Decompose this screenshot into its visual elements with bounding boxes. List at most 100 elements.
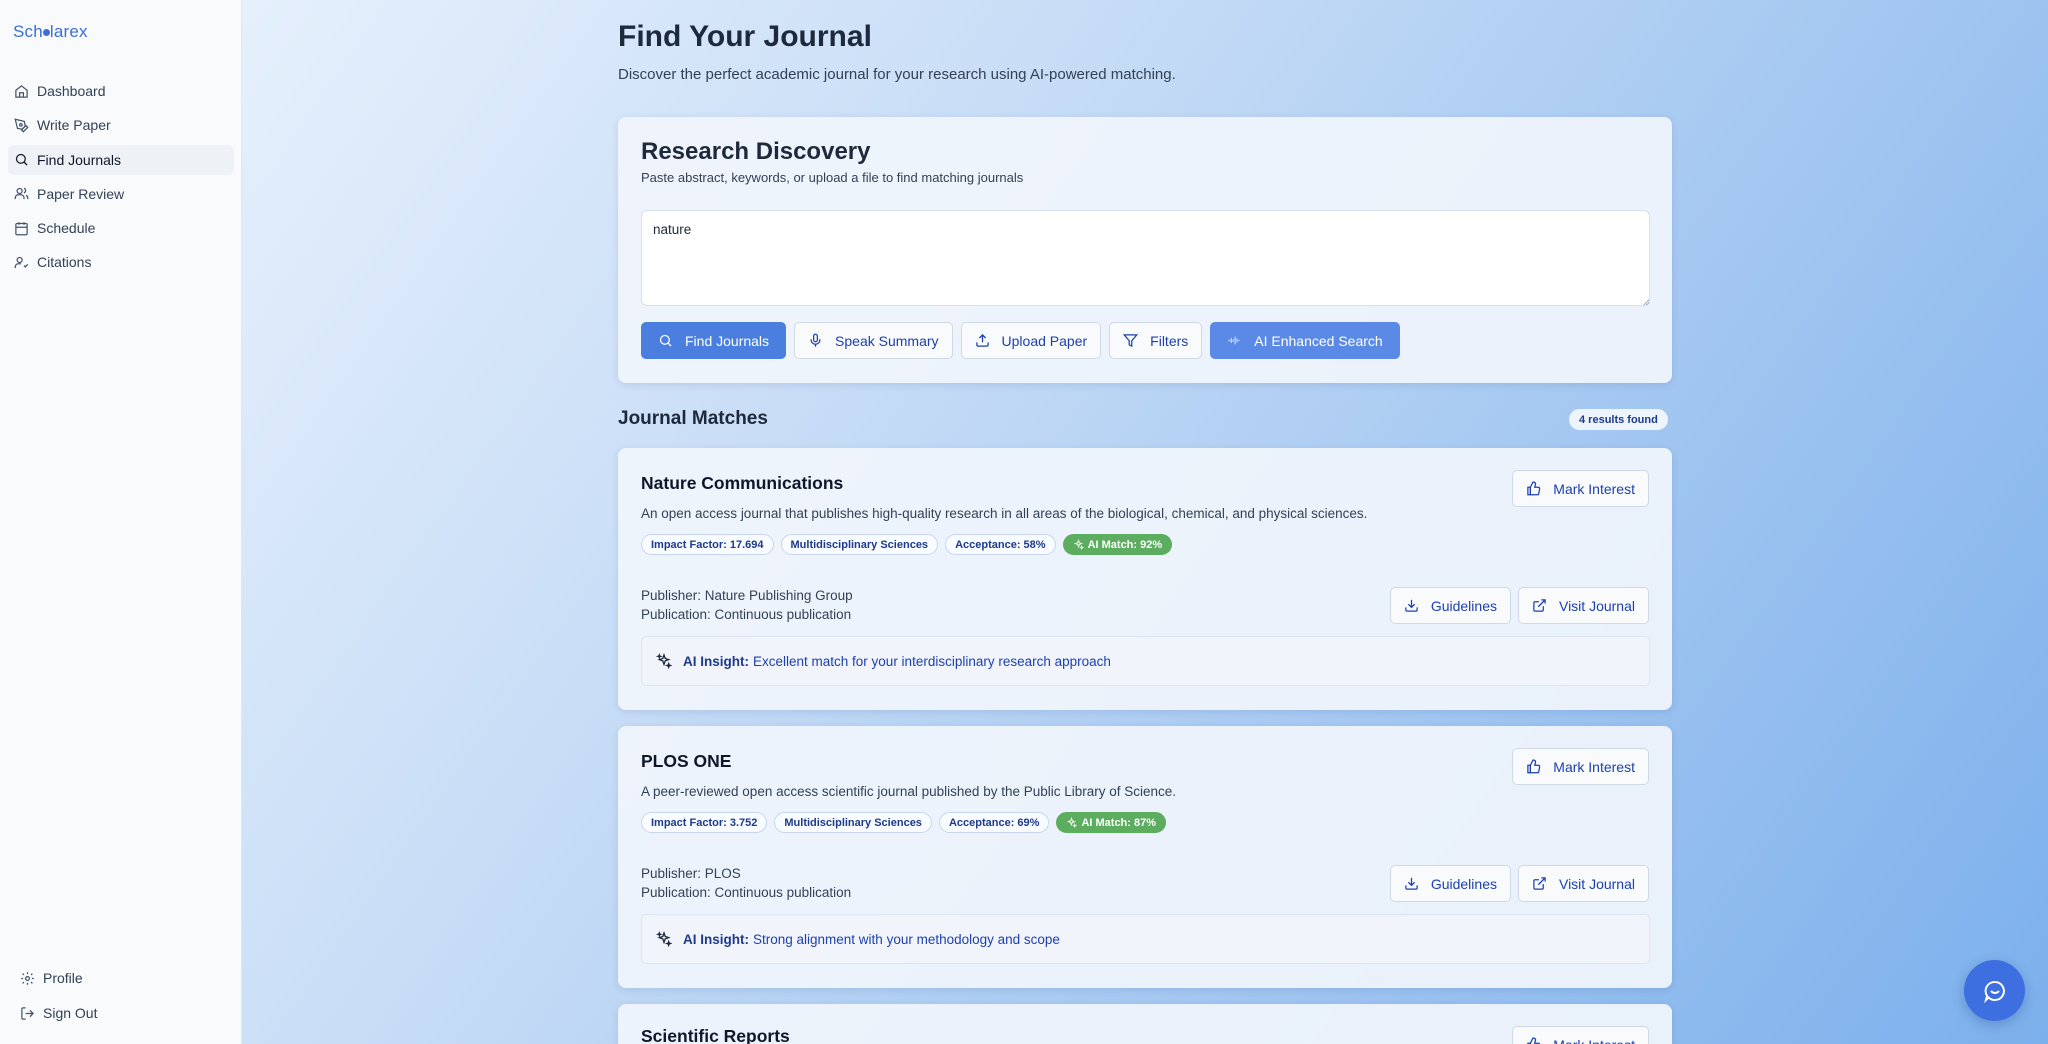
visit-journal-button[interactable]: Visit Journal <box>1517 587 1649 624</box>
find-journals-button[interactable]: Find Journals <box>641 322 787 359</box>
search-icon <box>659 334 672 347</box>
sidebar-item-label: Schedule <box>37 220 96 237</box>
guidelines-button[interactable]: Guidelines <box>1389 587 1511 624</box>
impact-factor-tag: Impact Factor: 3.752 <box>641 812 768 833</box>
button-label: AI Enhanced Search <box>1254 332 1383 349</box>
ai-match-label: AI Match: 87% <box>1081 816 1157 829</box>
thumbs-up-icon <box>1527 1037 1541 1044</box>
speak-summary-button[interactable]: Speak Summary <box>794 322 953 359</box>
ai-insight-text: Excellent match for your interdisciplina… <box>753 653 1111 669</box>
sidebar: Sch larex Dashboard Write Paper Find Jour… <box>0 0 242 1044</box>
sidebar-item-paper-review[interactable]: Paper Review <box>8 179 234 209</box>
upload-icon <box>975 333 989 347</box>
logout-icon <box>21 1006 35 1020</box>
filter-icon <box>1123 334 1139 348</box>
button-label: Upload Paper <box>1001 332 1088 349</box>
search-icon <box>15 153 28 166</box>
journal-tags: Impact Factor: 17.694 Multidisciplinary … <box>641 534 1173 555</box>
sidebar-item-schedule[interactable]: Schedule <box>8 213 234 243</box>
visit-journal-button[interactable]: Visit Journal <box>1517 865 1649 902</box>
sidebar-item-find-journals[interactable]: Find Journals <box>8 144 234 175</box>
mark-interest-button[interactable]: Mark Interest <box>1512 1026 1649 1044</box>
ai-insight-box: AI Insight: Strong alignment with your m… <box>641 914 1650 964</box>
external-link-icon <box>1533 599 1546 612</box>
journal-tags: Impact Factor: 3.752 Multidisciplinary S… <box>641 812 1167 833</box>
main-content: Find Your Journal Discover the perfect a… <box>242 0 2048 1044</box>
sidebar-item-sign-out[interactable]: Sign Out <box>14 998 234 1028</box>
button-label: Find Journals <box>685 332 770 349</box>
upload-paper-button[interactable]: Upload Paper <box>960 322 1102 359</box>
publisher-text: Publisher: PLOS <box>641 866 741 881</box>
search-input[interactable]: nature <box>641 210 1650 306</box>
sidebar-bottom-nav: Profile Sign Out <box>14 963 234 1033</box>
ai-match-tag: AI Match: 87% <box>1056 812 1167 833</box>
acceptance-tag: Acceptance: 69% <box>938 812 1050 833</box>
user-check-icon <box>14 256 29 269</box>
home-icon <box>15 84 28 98</box>
sidebar-item-profile[interactable]: Profile <box>14 963 234 993</box>
ai-wave-icon <box>1228 336 1240 345</box>
journal-name: Nature Communications <box>641 473 844 493</box>
ai-insight-text: Strong alignment with your methodology a… <box>753 931 1060 947</box>
sidebar-item-citations[interactable]: Citations <box>8 247 234 277</box>
sidebar-item-write-paper[interactable]: Write Paper <box>8 110 234 140</box>
pen-icon <box>14 118 29 133</box>
chat-assistant-button[interactable] <box>1964 960 2025 1021</box>
sparkles-icon <box>656 653 672 669</box>
mark-interest-button[interactable]: Mark Interest <box>1512 470 1649 507</box>
research-discovery-card: Research Discovery Paste abstract, keywo… <box>618 117 1672 383</box>
sidebar-item-label: Citations <box>37 254 92 271</box>
journal-meta: Publisher: PLOS Publication: Continuous … <box>641 864 851 902</box>
button-label: Guidelines <box>1430 875 1497 892</box>
acceptance-tag: Acceptance: 58% <box>945 534 1056 555</box>
ai-enhanced-search-button[interactable]: AI Enhanced Search <box>1210 322 1400 359</box>
guidelines-button[interactable]: Guidelines <box>1389 865 1511 902</box>
discovery-title: Research Discovery <box>641 138 871 165</box>
button-label: Mark Interest <box>1553 758 1635 775</box>
button-label: Mark Interest <box>1553 1037 1635 1044</box>
ai-match-tag: AI Match: 92% <box>1062 534 1173 555</box>
page-title: Find Your Journal <box>618 20 872 53</box>
journal-actions: Guidelines Visit Journal <box>1389 587 1649 624</box>
publication-text: Publication: Continuous publication <box>641 607 852 622</box>
sidebar-item-dashboard[interactable]: Dashboard <box>8 76 234 106</box>
download-icon <box>1405 599 1418 612</box>
mark-interest-button[interactable]: Mark Interest <box>1512 748 1649 785</box>
field-tag: Multidisciplinary Sciences <box>774 812 932 833</box>
journal-matches-heading: Journal Matches <box>618 408 768 429</box>
ai-insight-label: AI Insight: <box>683 653 749 669</box>
gear-icon <box>21 971 34 985</box>
journal-name: Scientific Reports <box>641 1026 790 1044</box>
download-icon <box>1405 877 1418 890</box>
sidebar-item-label: Find Journals <box>37 151 122 168</box>
microphone-icon <box>810 333 821 347</box>
logo-dot-icon <box>42 28 50 36</box>
discovery-hint: Paste abstract, keywords, or upload a fi… <box>641 170 1024 185</box>
publication-text: Publication: Continuous publication <box>641 885 852 900</box>
button-label: Visit Journal <box>1558 875 1635 892</box>
button-label: Visit Journal <box>1558 597 1635 614</box>
button-label: Mark Interest <box>1553 480 1635 497</box>
button-label: Filters <box>1150 332 1189 349</box>
sidebar-item-label: Profile <box>43 970 83 986</box>
thumbs-up-icon <box>1527 759 1541 774</box>
brand-name-end: larex <box>49 22 88 41</box>
discovery-actions: Find Journals Speak Summary Upload Paper… <box>641 322 1400 359</box>
impact-factor-tag: Impact Factor: 17.694 <box>641 534 774 555</box>
journal-actions: Guidelines Visit Journal <box>1389 865 1649 902</box>
thumbs-up-icon <box>1527 481 1541 496</box>
sidebar-item-label: Write Paper <box>37 117 111 134</box>
calendar-icon <box>15 221 28 236</box>
resize-handle-icon[interactable] <box>1641 297 1650 306</box>
journal-meta: Publisher: Nature Publishing Group Publi… <box>641 586 853 624</box>
journal-card: Scientific Reports Mark Interest <box>618 1004 1672 1044</box>
journal-name: PLOS ONE <box>641 751 732 771</box>
ai-match-label: AI Match: 92% <box>1087 538 1163 551</box>
brand-name-start: Sch <box>13 22 43 41</box>
brand-logo[interactable]: Sch larex <box>13 22 88 42</box>
users-icon <box>14 187 29 200</box>
journal-card: PLOS ONE A peer-reviewed open access sci… <box>618 726 1672 988</box>
filters-button[interactable]: Filters <box>1109 322 1203 359</box>
results-count-badge: 4 results found <box>1569 409 1668 430</box>
sparkles-icon <box>1067 817 1078 828</box>
